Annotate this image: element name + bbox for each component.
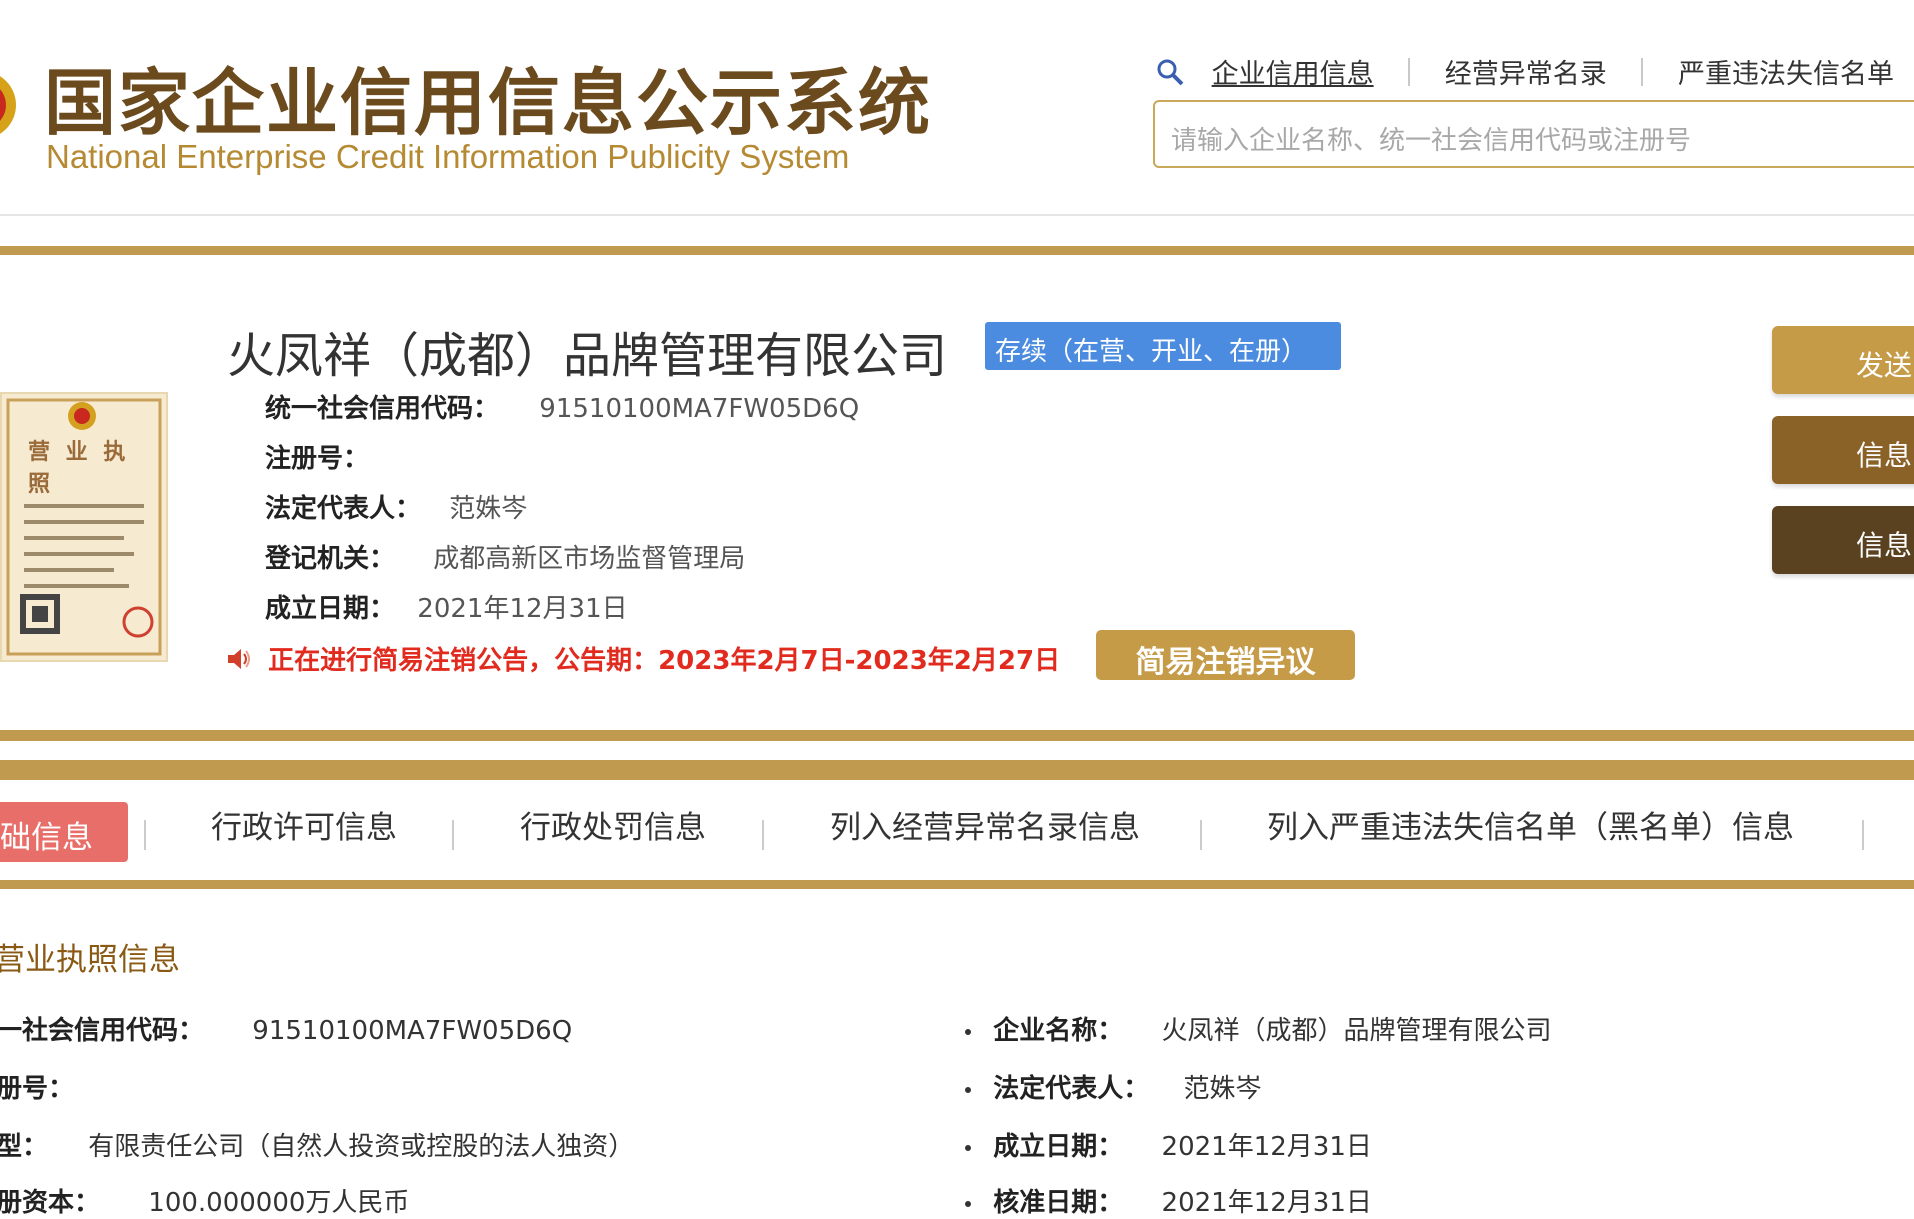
- gold-divider: [0, 246, 1914, 255]
- info-row-reg-no: 注册号：: [265, 438, 369, 475]
- detail-legal-rep: 法定代表人： 范姝岑: [965, 1068, 1262, 1105]
- deregistration-notice: 正在进行简易注销公告，公告期：2023年2月7日-2023年2月27日: [225, 640, 1060, 677]
- detail-capital-value: 100.000000万人民币: [148, 1188, 410, 1218]
- detail-company-name: 企业名称： 火凤祥（成都）品牌管理有限公司: [965, 1010, 1552, 1047]
- site-header: 国家企业信用信息公示系统 National Enterprise Credit …: [0, 0, 1914, 215]
- reg-no-label: 注册号：: [265, 444, 370, 474]
- nav-link-serious-list[interactable]: 严重违法失信名单: [1678, 52, 1894, 91]
- gold-divider: [0, 880, 1914, 889]
- search-input[interactable]: 请输入企业名称、统一社会信用代码或注册号: [1153, 100, 1914, 168]
- notice-text: 正在进行简易注销公告，公告期：2023年2月7日-2023年2月27日: [268, 646, 1061, 676]
- authority-label: 登记机关：: [265, 544, 396, 574]
- business-license-thumbnail[interactable]: 营 业 执 照: [0, 392, 168, 662]
- detail-approve-date-value: 2021年12月31日: [1161, 1188, 1372, 1218]
- detail-reg-no-label: 册号：: [0, 1074, 75, 1104]
- bullet-icon: [965, 1200, 971, 1207]
- objection-button[interactable]: 简易注销异议: [1096, 630, 1355, 680]
- detail-est-date-value: 2021年12月31日: [1161, 1132, 1372, 1162]
- tab-admin-license[interactable]: 行政许可信息: [211, 802, 397, 847]
- detail-name-label: 企业名称：: [993, 1016, 1124, 1046]
- tab-admin-penalty[interactable]: 行政处罚信息: [520, 802, 706, 847]
- national-emblem-icon: [0, 76, 16, 134]
- detail-type-value: 有限责任公司（自然人投资或控股的法人独资）: [88, 1132, 635, 1162]
- detail-type-label: 型：: [0, 1132, 49, 1162]
- tab-divider: [1200, 820, 1202, 850]
- detail-legal-rep-label: 法定代表人：: [993, 1074, 1150, 1104]
- info-button-1[interactable]: 信息: [1772, 416, 1914, 484]
- detail-capital: 册资本： 100.000000万人民币: [0, 1182, 409, 1219]
- uscc-value: 91510100MA7FW05D6Q: [539, 394, 860, 424]
- info-tabs: 础信息 行政许可信息 行政处罚信息 列入经营异常名录信息 列入严重违法失信名单（…: [0, 780, 1914, 880]
- license-title: 营 业 执 照: [28, 440, 130, 497]
- top-navigation: 企业信用信息 经营异常名录 严重违法失信名单: [1155, 52, 1894, 92]
- section-title: 营业执照信息: [0, 942, 180, 978]
- detail-uscc-label: 一社会信用代码：: [0, 1016, 205, 1046]
- bullet-icon: [965, 1028, 971, 1035]
- tab-basic-info[interactable]: 础信息: [0, 802, 128, 862]
- tab-divider: [1862, 820, 1864, 850]
- nav-link-credit-info[interactable]: 企业信用信息: [1212, 52, 1374, 91]
- info-button-2[interactable]: 信息: [1772, 506, 1914, 574]
- gold-divider: [0, 760, 1914, 780]
- legal-rep-label: 法定代表人：: [265, 494, 422, 524]
- detail-capital-label: 册资本：: [0, 1188, 101, 1218]
- info-button-1-label: 信息: [1856, 439, 1913, 472]
- status-badge: 存续（在营、开业、在册）: [985, 322, 1341, 370]
- site-subtitle: National Enterprise Credit Information P…: [46, 138, 850, 175]
- est-date-label: 成立日期：: [265, 594, 396, 624]
- detail-uscc-value: 91510100MA7FW05D6Q: [252, 1016, 573, 1046]
- send-button[interactable]: 发送: [1772, 326, 1914, 394]
- search-icon[interactable]: [1155, 57, 1185, 87]
- info-button-2-label: 信息: [1856, 529, 1913, 562]
- detail-type: 型： 有限责任公司（自然人投资或控股的法人独资）: [0, 1126, 634, 1163]
- detail-legal-rep-value: 范姝岑: [1183, 1074, 1262, 1104]
- site-title: 国家企业信用信息公示系统: [44, 61, 933, 145]
- tab-divider: [762, 820, 764, 850]
- tab-divider: [144, 820, 146, 850]
- detail-approve-date: 核准日期： 2021年12月31日: [965, 1182, 1372, 1219]
- uscc-label: 统一社会信用代码：: [265, 394, 500, 424]
- legal-rep-value: 范姝岑: [449, 494, 528, 524]
- company-name: 火凤祥（成都）品牌管理有限公司: [227, 328, 948, 384]
- detail-approve-date-label: 核准日期：: [993, 1188, 1124, 1218]
- send-button-label: 发送: [1856, 349, 1913, 382]
- est-date-value: 2021年12月31日: [417, 594, 628, 624]
- info-row-authority: 登记机关： 成都高新区市场监督管理局: [265, 538, 745, 575]
- info-row-est-date: 成立日期： 2021年12月31日: [265, 588, 628, 625]
- authority-value: 成都高新区市场监督管理局: [433, 544, 746, 574]
- header-divider: [0, 214, 1914, 216]
- nav-divider: [1408, 57, 1411, 86]
- nav-divider: [1641, 57, 1644, 86]
- detail-reg-no: 册号：: [0, 1068, 74, 1105]
- detail-est-date-label: 成立日期：: [993, 1132, 1124, 1162]
- speaker-icon: [228, 648, 250, 669]
- bullet-icon: [965, 1086, 971, 1093]
- detail-name-value: 火凤祥（成都）品牌管理有限公司: [1161, 1016, 1552, 1046]
- tab-abnormal-list[interactable]: 列入经营异常名录信息: [830, 802, 1140, 847]
- info-row-legal-rep: 法定代表人： 范姝岑: [265, 488, 527, 525]
- detail-uscc: 一社会信用代码： 91510100MA7FW05D6Q: [0, 1010, 572, 1047]
- tab-blacklist[interactable]: 列入严重违法失信名单（黑名单）信息: [1267, 802, 1794, 847]
- tab-divider: [452, 820, 454, 850]
- nav-link-abnormal-list[interactable]: 经营异常名录: [1445, 52, 1607, 91]
- detail-est-date: 成立日期： 2021年12月31日: [965, 1126, 1372, 1163]
- info-row-uscc: 统一社会信用代码： 91510100MA7FW05D6Q: [265, 388, 859, 425]
- bullet-icon: [965, 1144, 971, 1151]
- gold-divider: [0, 730, 1914, 741]
